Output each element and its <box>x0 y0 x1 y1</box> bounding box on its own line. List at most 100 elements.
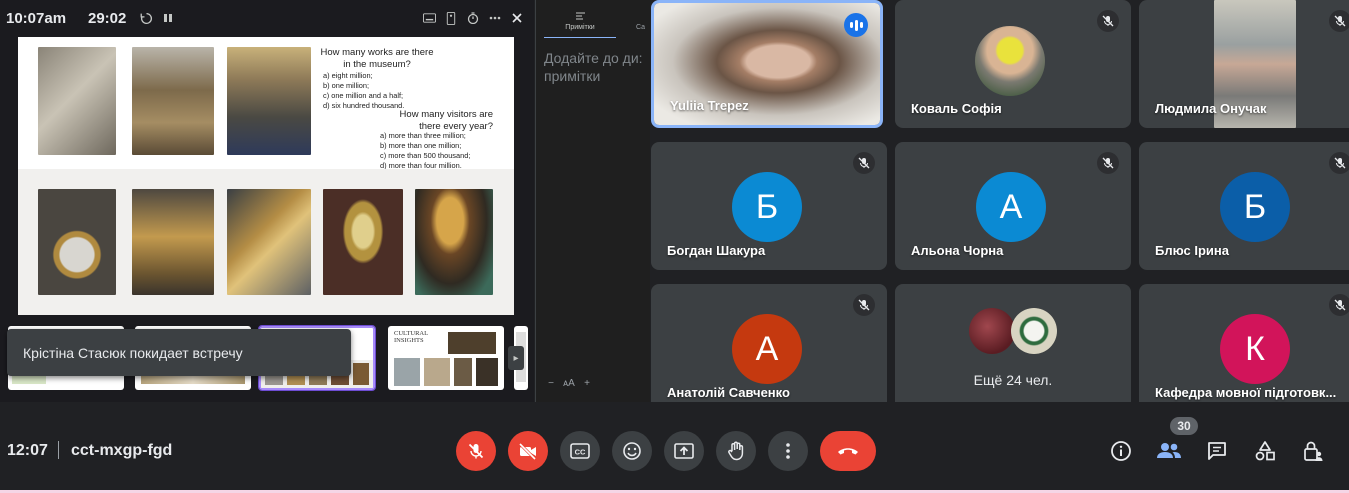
participant-avatar: А <box>732 314 802 384</box>
option-text: a) eight million; <box>323 71 373 80</box>
present-screen-icon <box>674 443 694 459</box>
participant-avatar-thumb <box>969 308 1015 354</box>
participant-name: Альона Чорна <box>911 243 1004 258</box>
slide-question-2: How many visitors are there every year? <box>399 109 493 132</box>
more-options-icon[interactable] <box>486 9 504 27</box>
people-button[interactable] <box>1154 436 1184 466</box>
participant-tile[interactable]: Б Богдан Шакура <box>651 142 887 270</box>
participant-tile[interactable]: Коваль Софія <box>895 0 1131 128</box>
slide-lower-section <box>18 169 514 315</box>
audience-view-icon[interactable] <box>442 9 460 27</box>
participant-avatar: А <box>976 172 1046 242</box>
meeting-clock: 12:07 <box>7 442 48 459</box>
participant-name: Богдан Шакура <box>667 243 766 258</box>
hang-up-icon <box>838 448 858 455</box>
close-icon[interactable] <box>508 9 526 27</box>
raise-hand-button[interactable] <box>716 431 756 471</box>
chat-icon <box>1208 442 1226 460</box>
participants-count-badge: 30 <box>1170 417 1198 435</box>
presenter-panel: 10:07am 29:02 How many works are there i… <box>0 0 534 402</box>
meeting-code: cct-mxgp-fgd <box>71 442 173 459</box>
host-controls-button[interactable] <box>1298 436 1328 466</box>
thumbnail-title: CULTURAL INSIGHTS <box>394 330 428 344</box>
speaking-indicator-icon <box>844 13 868 37</box>
participant-tile[interactable]: А Анатолій Савченко <box>651 284 887 412</box>
leave-call-button[interactable] <box>820 431 876 471</box>
participant-avatar: К <box>1220 314 1290 384</box>
slide-thumbnail[interactable]: CULTURAL INSIGHTS <box>388 326 504 390</box>
slide-question-1: How many works are there in the museum? <box>320 47 434 70</box>
reactions-button[interactable] <box>612 431 652 471</box>
participant-avatar: Б <box>732 172 802 242</box>
slide-photo-clock <box>38 189 116 295</box>
decrease-font-button[interactable]: − <box>544 376 558 390</box>
participant-tile[interactable]: К Кафедра мовної підготовк... <box>1139 284 1349 412</box>
camera-off-icon <box>518 442 537 460</box>
mic-off-button[interactable] <box>456 431 496 471</box>
notes-placeholder[interactable]: Додайте до ди: примітки <box>544 49 650 85</box>
participant-tile[interactable]: Б Блюс Ірина <box>1139 142 1349 270</box>
slide-photo-2 <box>132 47 214 155</box>
camera-off-button[interactable] <box>508 431 548 471</box>
tab-notes[interactable]: Примітки <box>544 12 616 31</box>
chat-button[interactable] <box>1202 436 1232 466</box>
participant-avatar-thumb <box>1011 308 1057 354</box>
pause-timer-icon[interactable] <box>159 9 177 27</box>
option-text: c) one million and a half; <box>323 91 404 100</box>
muted-mic-icon <box>1329 10 1349 32</box>
muted-mic-icon <box>1329 152 1349 174</box>
participant-tile[interactable]: Yuliia Trepez <box>651 0 883 128</box>
participant-tile[interactable]: Людмила Онучак <box>1139 0 1349 128</box>
current-time: 10:07am <box>6 10 67 27</box>
activities-icon <box>1255 441 1275 461</box>
font-size-icon: ᴀA <box>563 377 575 389</box>
meet-window: 10:07am 29:02 How many works are there i… <box>0 0 1349 493</box>
participant-name: Блюс Ірина <box>1155 243 1230 258</box>
more-options-button[interactable] <box>768 431 808 471</box>
option-text: c) more than 500 thousand; <box>380 151 471 160</box>
participant-photo-avatar <box>975 26 1045 96</box>
stopwatch-icon[interactable] <box>464 9 482 27</box>
increase-font-button[interactable]: + <box>580 376 594 390</box>
slide-question-2-options: a) more than three million; b) more than… <box>380 131 470 171</box>
present-button[interactable] <box>664 431 704 471</box>
slide-photo-ship <box>227 189 311 295</box>
participant-name: Кафедра мовної підготовк... <box>1155 385 1337 400</box>
notes-font-controls: − ᴀA + <box>544 376 594 390</box>
people-icon <box>1157 443 1181 458</box>
reset-timer-icon[interactable] <box>137 9 155 27</box>
option-text: b) more than one million; <box>380 141 462 150</box>
participant-name: Людмила Онучак <box>1155 101 1267 116</box>
participant-name: Yuliia Trepez <box>670 98 749 113</box>
captions-button[interactable]: CC <box>560 431 600 471</box>
thumbnails-next-button[interactable]: ▸ <box>508 346 524 370</box>
activities-button[interactable] <box>1250 436 1280 466</box>
speaker-notes-panel: Примітки Са Додайте до ди: примітки − ᴀA… <box>535 0 650 402</box>
slide-photo-pendant <box>323 189 403 295</box>
meeting-details-button[interactable] <box>1106 436 1136 466</box>
option-text: a) more than three million; <box>380 131 466 140</box>
muted-mic-icon <box>853 294 875 316</box>
slide-upper-section: How many works are there in the museum? … <box>18 37 514 171</box>
participant-name: Коваль Софія <box>911 101 1002 116</box>
tab-underline <box>544 37 616 38</box>
participant-name: Анатолій Савченко <box>667 385 790 400</box>
slide-photo-1 <box>38 47 116 155</box>
emoji-icon <box>623 442 641 460</box>
slide-photo-automaton <box>132 189 214 295</box>
tab-second[interactable]: Са <box>636 24 645 31</box>
keyboard-icon[interactable] <box>420 9 438 27</box>
slide-question-1-options: a) eight million; b) one million; c) one… <box>323 71 404 111</box>
current-slide: How many works are there in the museum? … <box>18 37 514 315</box>
slide-photo-3 <box>227 47 311 155</box>
participant-tile[interactable]: А Альона Чорна <box>895 142 1131 270</box>
divider <box>58 441 59 459</box>
svg-text:CC: CC <box>575 448 586 457</box>
participant-avatar: Б <box>1220 172 1290 242</box>
lock-person-icon <box>1304 441 1323 461</box>
muted-mic-icon <box>1097 10 1119 32</box>
others-tile[interactable]: Ещё 24 чел. <box>895 284 1131 412</box>
muted-mic-icon <box>1329 294 1349 316</box>
participant-left-toast: Крістіна Стасюк покидает встречу <box>7 329 351 376</box>
presenter-toolbar: 10:07am 29:02 <box>0 0 534 36</box>
